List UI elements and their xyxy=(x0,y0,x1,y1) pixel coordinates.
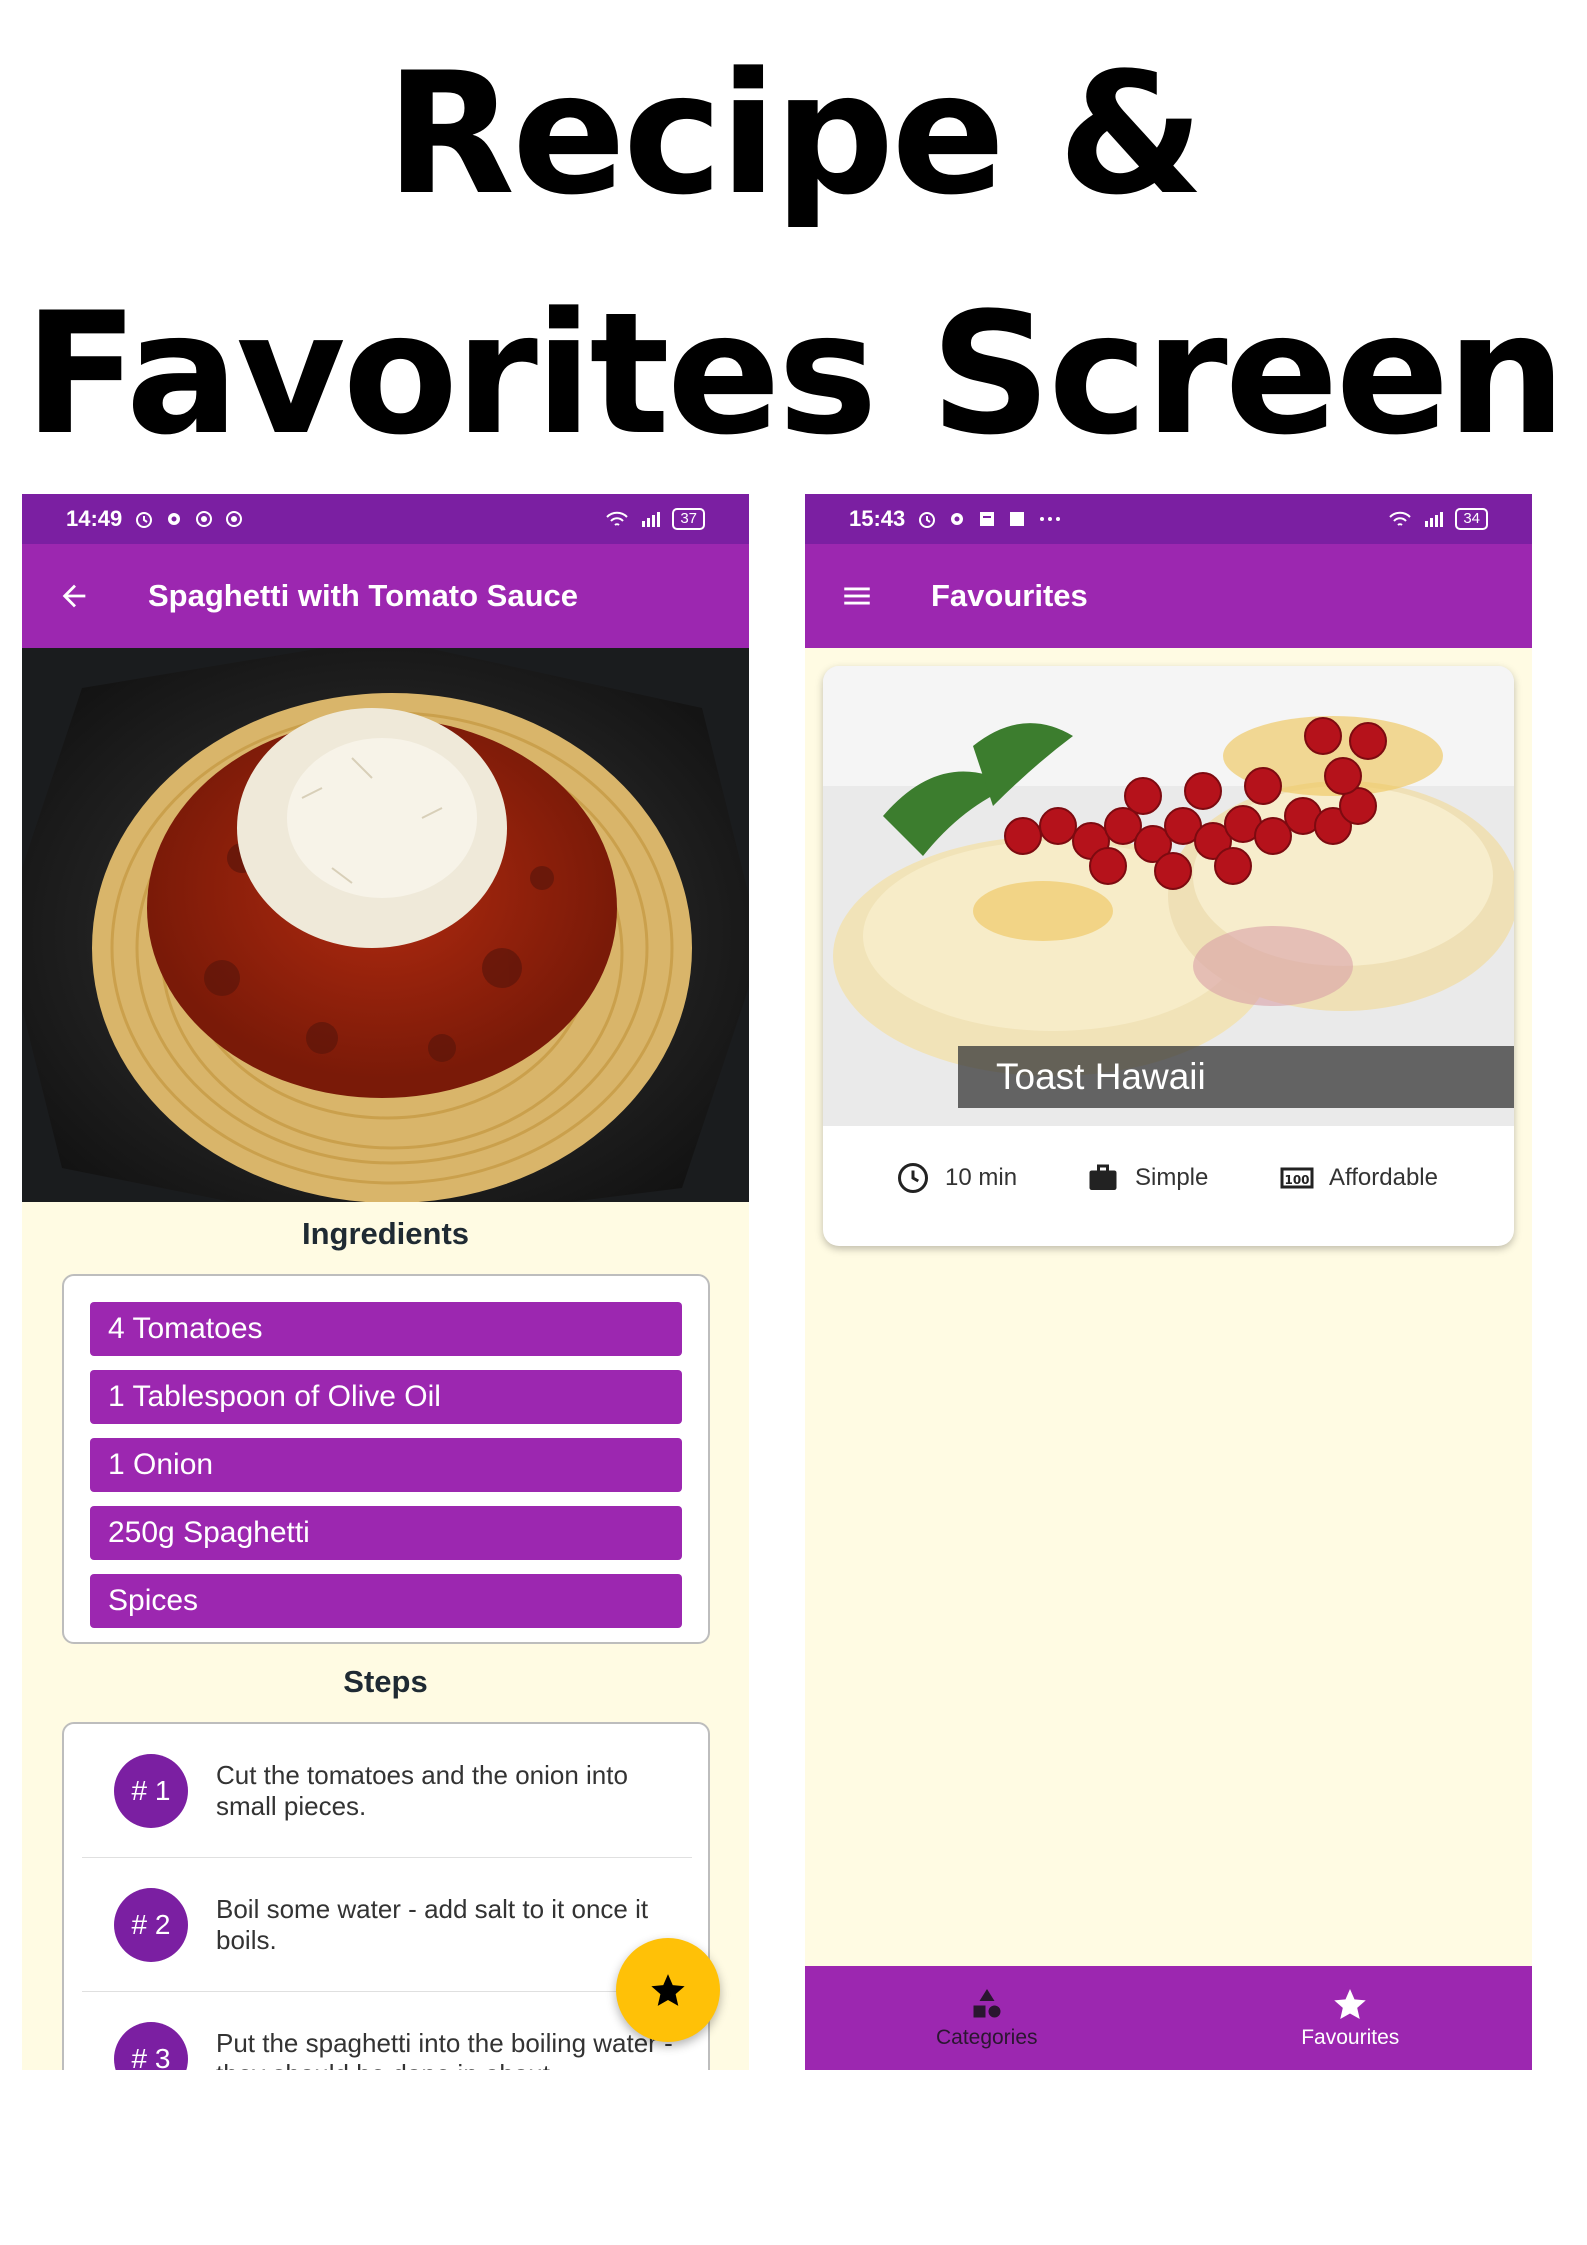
page-title: Spaghetti with Tomato Sauce xyxy=(148,578,579,613)
target-icon xyxy=(196,511,213,527)
back-button[interactable] xyxy=(22,579,126,613)
status-notification-icons xyxy=(917,509,1063,529)
menu-icon xyxy=(844,587,870,605)
document-icon xyxy=(980,512,995,526)
step-number-badge: # 2 xyxy=(114,1888,188,1962)
meal-duration: 10 min xyxy=(895,1160,1017,1196)
step-text: Put the spaghetti into the boiling water… xyxy=(216,2028,673,2070)
meal-complexity: Simple xyxy=(1085,1160,1208,1196)
money-icon: 100 xyxy=(1280,1167,1314,1189)
arrow-back-icon xyxy=(62,584,86,608)
meal-affordability-label: Affordable xyxy=(1329,1164,1438,1191)
meal-affordability: 100 Affordable xyxy=(1279,1160,1438,1196)
svg-text:100: 100 xyxy=(1284,1173,1309,1187)
step-number-badge: # 1 xyxy=(114,1754,188,1828)
meal-card[interactable]: Toast Hawaii 10 min Simple 100 Affordabl… xyxy=(823,666,1514,1246)
status-system-icons: 37 xyxy=(604,508,705,530)
meal-title: Toast Hawaii xyxy=(958,1046,1514,1108)
ingredient-item: 4 Tomatoes xyxy=(90,1302,682,1356)
meal-duration-label: 10 min xyxy=(945,1164,1018,1191)
favorite-fab-button[interactable] xyxy=(616,1938,720,2042)
step-text: Boil some water - add salt to it once it… xyxy=(216,1894,649,1956)
star-icon xyxy=(1334,1989,1366,2019)
step-number-badge: # 3 xyxy=(114,2022,188,2070)
step-text: Cut the tomatoes and the onion into smal… xyxy=(216,1760,628,1822)
status-time: 14:49 xyxy=(66,506,123,531)
meal-complexity-label: Simple xyxy=(1135,1164,1209,1191)
battery-indicator: 34 xyxy=(1455,508,1488,530)
favourites-screen: 15:43 34 Favourites Toast Hawaii 10 min … xyxy=(805,494,1532,2070)
menu-button[interactable] xyxy=(805,579,909,613)
step-item: # 1 Cut the tomatoes and the onion into … xyxy=(82,1724,692,1858)
ingredient-item: Spices xyxy=(90,1574,682,1628)
ingredients-list: 4 Tomatoes 1 Tablespoon of Olive Oil 1 O… xyxy=(62,1274,710,1644)
ingredient-item: 1 Onion xyxy=(90,1438,682,1492)
bottom-nav-favourites[interactable]: Favourites xyxy=(1169,1966,1533,2070)
ingredients-title: Ingredients xyxy=(301,1216,470,1251)
wifi-icon xyxy=(1389,511,1412,526)
star-icon xyxy=(651,1974,685,2006)
recipe-detail-screen: 14:49 37 Spaghetti with Tomato Sauce Ing… xyxy=(22,494,749,2070)
banner-title-line1: Recipe & xyxy=(385,36,1205,232)
page-title: Favourites xyxy=(931,578,1088,613)
recipe-image xyxy=(22,648,749,1202)
more-dots-icon xyxy=(1040,517,1061,521)
steps-title: Steps xyxy=(343,1664,428,1699)
app-bar: Favourites xyxy=(805,544,1532,648)
banner-title-line2: Favorites Screen xyxy=(23,276,1566,472)
target-icon xyxy=(226,511,243,527)
status-time: 15:43 xyxy=(849,506,906,531)
category-icon xyxy=(973,1989,1001,2018)
battery-indicator: 37 xyxy=(672,508,705,530)
bottom-nav-label: Favourites xyxy=(1301,2026,1400,2049)
status-system-icons: 34 xyxy=(1387,508,1488,530)
status-notification-icons xyxy=(134,509,244,529)
gear-icon xyxy=(951,513,964,525)
signal-icon xyxy=(642,512,661,527)
clock-icon xyxy=(898,1163,928,1193)
briefcase-icon xyxy=(1089,1164,1117,1190)
alarm-icon xyxy=(919,512,936,528)
status-bar: 14:49 37 xyxy=(22,494,749,544)
ingredient-item: 250g Spaghetti xyxy=(90,1506,682,1560)
steps-list: # 1 Cut the tomatoes and the onion into … xyxy=(62,1722,710,2070)
signal-icon xyxy=(1425,512,1444,527)
bottom-navigation: Categories Favourites xyxy=(805,1966,1532,2070)
wifi-icon xyxy=(606,511,629,526)
ingredient-item: 1 Tablespoon of Olive Oil xyxy=(90,1370,682,1424)
alarm-icon xyxy=(136,512,153,528)
bottom-nav-categories[interactable]: Categories xyxy=(805,1966,1169,2070)
bottom-nav-label: Categories xyxy=(935,2026,1038,2049)
status-bar: 15:43 34 xyxy=(805,494,1532,544)
step-item: # 3 Put the spaghetti into the boiling w… xyxy=(82,1992,692,2070)
gear-icon xyxy=(168,513,181,525)
step-item: # 2 Boil some water - add salt to it onc… xyxy=(82,1858,692,1992)
square-icon xyxy=(1010,512,1025,526)
app-bar: Spaghetti with Tomato Sauce xyxy=(22,544,749,648)
